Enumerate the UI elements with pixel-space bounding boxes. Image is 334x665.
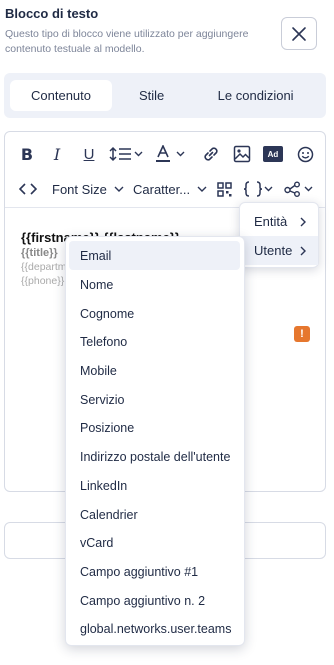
smiley-icon [297,146,313,162]
line-height-icon [109,146,143,162]
menu-item-label: Utente [254,243,293,258]
chevron-right-icon [300,217,306,226]
underline-button[interactable]: U [81,144,97,164]
menu-option-postal-address[interactable]: Indirizzo postale dell'utente [69,442,240,471]
user-fields-menu: Email Nome Cognome Telefono Mobile Servi… [65,236,245,646]
menu-option-last-name[interactable]: Cognome [69,299,240,328]
font-family-label: Caratter... [133,181,191,197]
text-color-icon [156,145,185,162]
variables-menu: Entità Utente [239,202,319,268]
menu-item-entity[interactable]: Entità [240,207,318,236]
emoji-button[interactable] [296,144,314,164]
font-size-select[interactable]: Font Size [52,180,125,198]
variables-button[interactable] [243,180,275,198]
menu-option-vcard[interactable]: vCard [69,528,240,557]
panel-header: Blocco di testo Questo tipo di blocco vi… [5,6,275,57]
chevron-down-icon [197,186,207,192]
social-share-button[interactable] [284,180,316,198]
menu-option-position[interactable]: Posizione [69,413,240,442]
menu-option-calendar[interactable]: Calendrier [69,500,240,529]
menu-option-linkedin[interactable]: LinkedIn [69,471,240,500]
menu-item-label: Entità [254,214,288,229]
ad-label: Ad [267,149,279,159]
image-icon [233,145,251,163]
image-button[interactable] [232,144,252,164]
chevron-right-icon [300,246,306,255]
link-button[interactable] [201,144,221,164]
menu-option-extra-field-1[interactable]: Campo aggiuntivo #1 [69,557,240,586]
tab-conditions[interactable]: Le condizioni [191,80,320,111]
panel-title: Blocco di testo [5,6,99,21]
font-size-label: Font Size [52,181,107,197]
menu-item-user[interactable]: Utente [240,236,318,265]
tab-bar: Contenuto Stile Le condizioni [4,73,326,118]
menu-option-first-name[interactable]: Nome [69,270,240,299]
font-family-select[interactable]: Caratter... [133,180,208,198]
curly-braces-icon [243,181,273,197]
qr-code-icon [216,181,232,197]
close-icon [292,26,306,41]
ad-button[interactable]: Ad [263,146,283,162]
source-code-button[interactable] [19,180,37,198]
code-icon [19,183,37,195]
line-height-button[interactable] [109,144,145,164]
menu-option-extra-field-2[interactable]: Campo aggiuntivo n. 2 [69,586,240,615]
close-button[interactable] [281,17,317,50]
menu-option-department[interactable]: Servizio [69,385,240,414]
share-icon [284,181,313,197]
tab-content[interactable]: Contenuto [10,80,113,111]
menu-option-email[interactable]: Email [69,241,240,270]
text-color-button[interactable] [155,144,189,164]
chevron-down-icon [114,186,124,192]
panel-description: Questo tipo di blocco viene utilizzato p… [5,28,249,55]
bold-button[interactable]: B [19,144,35,164]
tab-style[interactable]: Stile [112,80,191,111]
link-icon [204,147,218,161]
warning-badge[interactable]: ! [294,326,310,342]
menu-option-teams[interactable]: global.networks.user.teams [69,614,240,643]
qr-code-button[interactable] [216,180,232,198]
italic-button[interactable]: I [50,144,64,164]
menu-option-phone[interactable]: Telefono [69,327,240,356]
menu-option-mobile[interactable]: Mobile [69,356,240,385]
